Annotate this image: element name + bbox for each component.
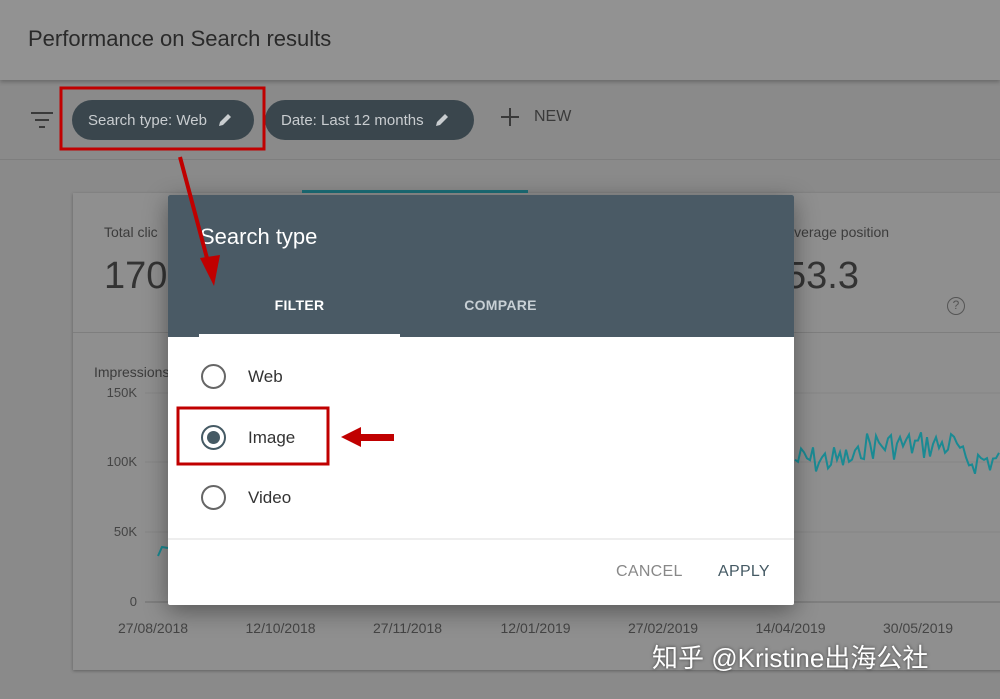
radio-video[interactable] (201, 485, 226, 510)
impressions-line-start (157, 545, 169, 557)
x-tick-label: 27/11/2018 (373, 620, 443, 636)
y-tick-label: 0 (129, 594, 137, 609)
tab-compare[interactable]: COMPARE (400, 297, 601, 313)
dialog-header: Search type FILTER COMPARE (168, 195, 794, 337)
option-video[interactable]: Video (201, 485, 291, 510)
active-tab-indicator (199, 334, 400, 337)
dialog-title: Search type (200, 224, 318, 249)
x-tick-label: 12/01/2019 (500, 620, 571, 636)
apply-button[interactable]: APPLY (718, 563, 770, 581)
radio-image[interactable] (201, 425, 226, 450)
impressions-line (794, 431, 1000, 475)
option-label: Image (248, 427, 296, 447)
option-image[interactable]: Image (201, 425, 295, 450)
y-tick-label: 100K (106, 454, 137, 469)
footer-divider (168, 538, 794, 540)
x-tick-label: 27/02/2019 (628, 620, 699, 636)
option-label: Web (248, 366, 283, 386)
y-tick-label: 150K (106, 385, 137, 400)
x-tick-label: 14/04/2019 (755, 620, 826, 636)
x-tick-label: 30/05/2019 (883, 620, 954, 636)
option-label: Video (248, 487, 292, 507)
tab-filter[interactable]: FILTER (199, 297, 400, 313)
cancel-button[interactable]: CANCEL (616, 563, 683, 581)
option-web[interactable]: Web (201, 364, 283, 389)
watermark: 知乎 @Kristine出海公社 (652, 643, 929, 673)
y-tick-label: 50K (113, 524, 137, 539)
x-tick-label: 27/08/2018 (118, 620, 189, 636)
search-type-dialog: Search type FILTER COMPARE Web Image Vid… (168, 195, 794, 605)
x-tick-label: 12/10/2018 (245, 620, 316, 636)
radio-web[interactable] (201, 364, 226, 389)
